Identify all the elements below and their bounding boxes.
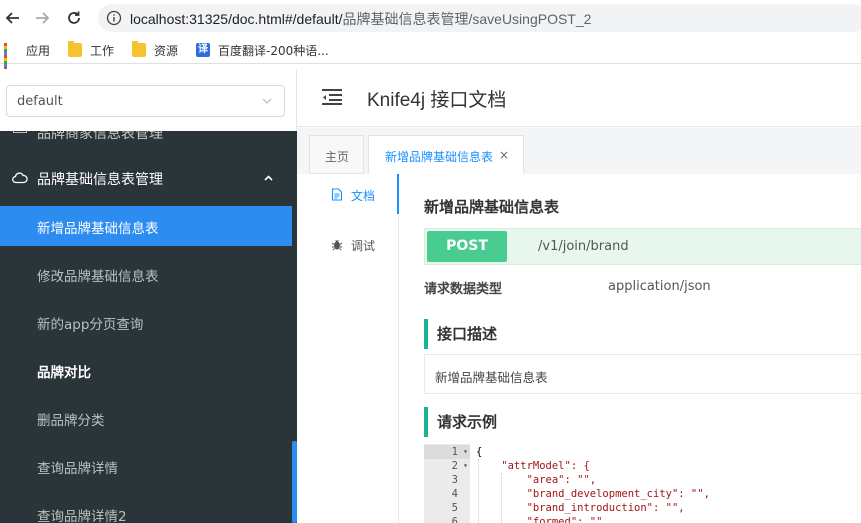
url-host: localhost:31325/doc.html#/default/ [130,11,343,27]
method-row: POST /v1/join/brand [424,228,861,265]
line-number: 3 [424,473,470,487]
request-type-value: application/json [608,279,711,294]
chevron-down-icon [262,98,272,104]
tab-label: 新增品牌基础信息表 [385,150,494,164]
app-header: Knife4j 接口文档 [297,69,861,127]
description-text: 新增品牌基础信息表 [435,370,548,385]
tab-debug-label: 调试 [351,239,376,253]
menu-fold-icon[interactable] [322,88,342,106]
browser-toolbar: localhost:31325/doc.html#/default/品牌基础信息… [0,0,861,36]
sidebar-item-label: 新的app分页查询 [37,317,144,333]
tab-doc-label: 文档 [351,189,376,203]
code-line: "attrModel": { [476,460,590,472]
reload-icon[interactable] [63,7,85,29]
line-number-text: 2 [451,460,458,472]
folder-icon [68,41,82,57]
line-number-text: 1 [451,446,458,458]
bug-icon [331,240,343,251]
apps-grid-icon [4,43,18,70]
bookmark-label: 资源 [154,43,179,58]
section-title-example: 请求示例 [424,407,497,437]
url-path: 品牌基础信息表管理/saveUsingPOST_2 [342,11,592,27]
bookmark-resources[interactable]: 资源 [132,41,178,59]
bookmark-apps[interactable]: 应用 [4,41,51,70]
request-type-label: 请求数据类型 [424,282,503,297]
url-text: localhost:31325/doc.html#/default/品牌基础信息… [130,9,591,29]
tab-debug[interactable]: 调试 [297,224,399,264]
sidebar-item-label: 查询品牌详情 [37,461,118,477]
doc-content: 文档 调试 新增品牌基础信息表 POST /v1/join/brand 请求数据… [297,174,861,523]
close-icon[interactable]: × [499,148,509,162]
code-line: "brand_introduction": "", [476,502,685,514]
fold-icon[interactable]: ▾ [463,459,468,473]
sidebar-item-edit-brand[interactable]: 修改品牌基础信息表 [0,254,292,294]
bookmark-work[interactable]: 工作 [68,41,114,59]
bookmark-label: 工作 [90,43,115,58]
bookmarks-bar: 应用 工作 资源 译 百度翻译-200种语... [0,36,861,70]
cloud-icon [12,172,28,184]
line-number-text: 3 [451,474,458,486]
line-number-text: 6 [451,516,458,523]
sidebar-item-label: 品牌对比 [37,365,91,381]
tab-bar: 主页 新增品牌基础信息表 × [297,128,861,174]
bookmark-baidu-translate[interactable]: 译 百度翻译-200种语... [196,41,329,59]
sidebar-top: default [0,69,297,131]
address-bar[interactable]: localhost:31325/doc.html#/default/品牌基础信息… [98,4,861,32]
code-line: "area": "", [476,474,597,486]
sidebar-item-label: 新增品牌基础信息表 [37,221,159,237]
list-icon [13,131,27,133]
sidebar-item-label: 品牌商家信息表管理 [37,131,163,142]
code-line: { [476,446,483,458]
sidebar-item-brand-compare[interactable]: 品牌对比 [0,350,292,390]
app-title: Knife4j 接口文档 [367,90,507,111]
line-number: 5 [424,501,470,515]
sidebar: default 品牌商家信息表管理 品牌基础信息表管理 新增品牌基础信息表 修改… [0,69,297,523]
folder-icon [132,41,146,57]
method-badge: POST [427,231,507,262]
sidebar-item-brand-detail-2[interactable]: 查询品牌详情2 [0,494,292,523]
tab-home[interactable]: 主页 [309,135,364,174]
api-path: /v1/join/brand [538,239,629,254]
forward-icon[interactable] [31,7,53,29]
sidebar-item-add-brand[interactable]: 新增品牌基础信息表 [0,206,292,246]
tab-doc[interactable]: 文档 [297,174,399,214]
line-number-text: 5 [451,502,458,514]
group-select[interactable]: default [6,85,285,117]
sidebar-item-partial[interactable]: 品牌商家信息表管理 [0,131,292,145]
line-number: 4 [424,487,470,501]
line-number: 6 [424,515,470,523]
request-example-editor[interactable]: 1 ▾ 2 ▾ 3 4 5 6 { "attrModel": { "area": "… [424,444,861,523]
line-number: 2 ▾ [424,459,470,473]
info-icon[interactable] [106,10,122,26]
bookmark-label: 应用 [26,43,51,58]
translate-icon: 译 [196,43,210,57]
chevron-up-icon [264,175,273,181]
sidebar-item-label: 修改品牌基础信息表 [37,269,159,285]
sidebar-group-label: 品牌基础信息表管理 [37,172,163,188]
back-icon[interactable] [2,7,24,29]
group-select-value: default [17,94,63,109]
doc-icon [331,188,343,201]
sidebar-group-brand[interactable]: 品牌基础信息表管理 [0,154,292,202]
fold-icon[interactable]: ▾ [463,445,468,459]
bookmark-label: 百度翻译-200种语... [218,43,329,58]
description-box: 新增品牌基础信息表 [424,354,861,394]
sidebar-item-delete-category[interactable]: 删品牌分类 [0,398,292,438]
sidebar-item-label: 删品牌分类 [37,413,105,429]
line-number: 1 ▾ [424,445,470,459]
tab-add-brand[interactable]: 新增品牌基础信息表 × [368,135,524,174]
code-line: "brand_development_city": "", [476,488,710,500]
doc-side-tabs: 文档 调试 [297,174,399,523]
tab-label: 主页 [325,150,350,164]
api-title: 新增品牌基础信息表 [424,198,560,216]
sidebar-item-brand-detail[interactable]: 查询品牌详情 [0,446,292,486]
code-line: "formed": "", [476,516,609,523]
sidebar-item-label: 查询品牌详情2 [37,509,127,523]
sidebar-item-app-page-query[interactable]: 新的app分页查询 [0,302,292,342]
line-number-text: 4 [451,488,458,500]
section-title-description: 接口描述 [424,319,497,349]
